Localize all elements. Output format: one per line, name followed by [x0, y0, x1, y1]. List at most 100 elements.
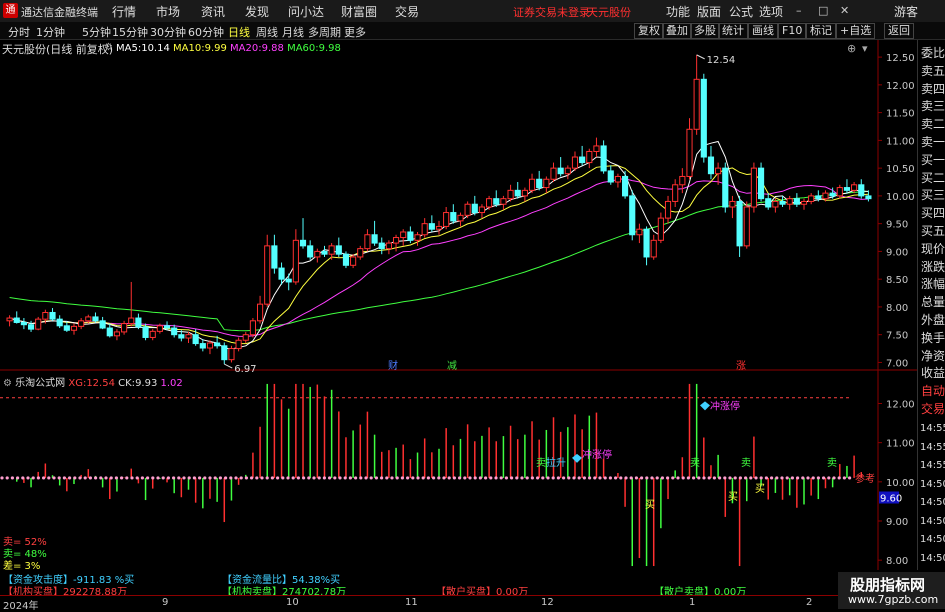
price-tick-label: 11.50 [886, 109, 915, 120]
close-icon[interactable]: ✕ [840, 4, 849, 17]
period-multi[interactable]: 多周期 [308, 24, 341, 40]
period-15min[interactable]: 15分钟 [112, 24, 148, 40]
overlay-button[interactable]: 叠加 [662, 23, 692, 39]
baseline-dot [780, 476, 784, 480]
baseline-dot [473, 476, 477, 480]
candle-body [557, 167, 564, 175]
period-60min[interactable]: 60分钟 [188, 24, 224, 40]
candle-body [750, 167, 757, 208]
baseline-dot [338, 476, 342, 480]
period-5min[interactable]: 5分钟 [82, 24, 111, 40]
candle-body [285, 278, 292, 283]
menu-options[interactable]: 选项 [759, 3, 783, 20]
baseline-dot [312, 476, 316, 480]
candle-body [550, 167, 557, 180]
candle-body [328, 245, 335, 255]
mark-button[interactable]: 标记 [806, 23, 836, 39]
menu-wealth-circle[interactable]: 财富圈 [341, 3, 377, 20]
guest-user[interactable]: 游客 [894, 3, 918, 20]
baseline-dot [307, 476, 311, 480]
baseline-dot [94, 476, 98, 480]
baseline-dot [296, 476, 300, 480]
period-daily[interactable]: 日线 [228, 24, 250, 40]
period-more[interactable]: 更多 [344, 24, 366, 40]
baseline-dot [421, 476, 425, 480]
period-weekly[interactable]: 周线 [256, 24, 278, 40]
candle-body [600, 145, 607, 172]
baseline-dot [36, 476, 41, 480]
baseline-dot [348, 476, 352, 480]
candle-body [686, 128, 693, 177]
trade-time-label: 14:50 [920, 515, 945, 527]
baseline-dot [234, 476, 238, 480]
candle-body [99, 320, 106, 329]
baseline-dot [452, 476, 456, 480]
menu-quotes[interactable]: 行情 [112, 3, 136, 20]
period-toolbar: 分时 1分钟 5分钟 15分钟 30分钟 60分钟 日线 周线 月线 多周期 更… [0, 22, 945, 40]
period-timeshare[interactable]: 分时 [8, 24, 30, 40]
period-monthly[interactable]: 月线 [282, 24, 304, 40]
baseline-dot [790, 476, 795, 480]
baseline-dot [681, 476, 685, 480]
candle-body [171, 327, 178, 336]
kline-chart[interactable]: 12.50 12.00 11.50 11.00 10.50 10.00 9.50 9.00 8.… [0, 40, 917, 570]
multi-stock-button[interactable]: 多股 [690, 23, 720, 39]
candle-body [221, 345, 228, 361]
baseline-dot [400, 476, 404, 480]
period-1min[interactable]: 1分钟 [36, 24, 65, 40]
baseline-dot [322, 476, 326, 480]
statistics-button[interactable]: 统计 [718, 23, 748, 39]
baseline-dot [468, 476, 472, 480]
candle-body [786, 198, 793, 205]
adjust-button[interactable]: 复权 [634, 23, 664, 39]
baseline-dot [395, 476, 399, 480]
maximize-icon[interactable]: □ [818, 4, 828, 17]
candle-body [256, 303, 264, 322]
baseline-dot [707, 476, 711, 480]
baseline-dot [832, 476, 836, 480]
menu-market[interactable]: 市场 [156, 3, 180, 20]
baseline-dot [655, 476, 659, 480]
baseline-dot [52, 476, 56, 480]
menu-discover[interactable]: 发现 [245, 3, 269, 20]
quote-field-label: 委比 [921, 46, 945, 60]
add-favorite-button[interactable]: +自选 [836, 23, 876, 39]
minimize-icon[interactable]: – [796, 4, 802, 17]
candle-body [92, 316, 99, 322]
candle-body [450, 212, 457, 222]
high-price-label: 12.54 [707, 55, 736, 66]
candle-body [629, 195, 636, 236]
baseline-dot [276, 476, 280, 480]
back-button[interactable]: 返回 [884, 23, 914, 39]
f10-button[interactable]: F10 [778, 23, 807, 39]
signal-label: 买 [728, 491, 738, 503]
baseline-dot [68, 476, 72, 480]
menu-trade[interactable]: 交易 [395, 3, 419, 20]
baseline-dot [213, 476, 217, 480]
baseline-dot [411, 476, 415, 480]
quote-field-label: 卖四 [921, 81, 945, 96]
draw-line-button[interactable]: 画线 [748, 23, 778, 39]
period-30min[interactable]: 30分钟 [150, 24, 186, 40]
baseline-dot [764, 476, 769, 480]
watermark-logo: 股朋指标网 www.7gpzb.com [838, 572, 945, 609]
menu-functions[interactable]: 功能 [666, 3, 690, 20]
stat-retail-buy-label: 【散户买盘】 [436, 587, 496, 598]
menu-news[interactable]: 资讯 [201, 3, 225, 20]
baseline-dot [151, 476, 155, 480]
candle-body [121, 323, 128, 333]
candle-body [299, 239, 307, 247]
menu-ask[interactable]: 问小达 [288, 3, 324, 20]
signal-label: 卖 [741, 457, 751, 469]
signal-label: 卖 [827, 457, 837, 469]
baseline-dot [551, 476, 555, 480]
menu-formula[interactable]: 公式 [729, 3, 753, 20]
trade-time-label: 14:50 [920, 478, 945, 490]
indicator-tick-label: 8.00 [886, 556, 908, 567]
menu-layout[interactable]: 版面 [697, 3, 721, 20]
trade-login-alert[interactable]: 证券交易未登录 [513, 4, 590, 20]
date-label: 2 [806, 597, 813, 608]
baseline-dot [120, 476, 124, 480]
baseline-dot [374, 476, 378, 480]
baseline-dot [723, 476, 727, 480]
